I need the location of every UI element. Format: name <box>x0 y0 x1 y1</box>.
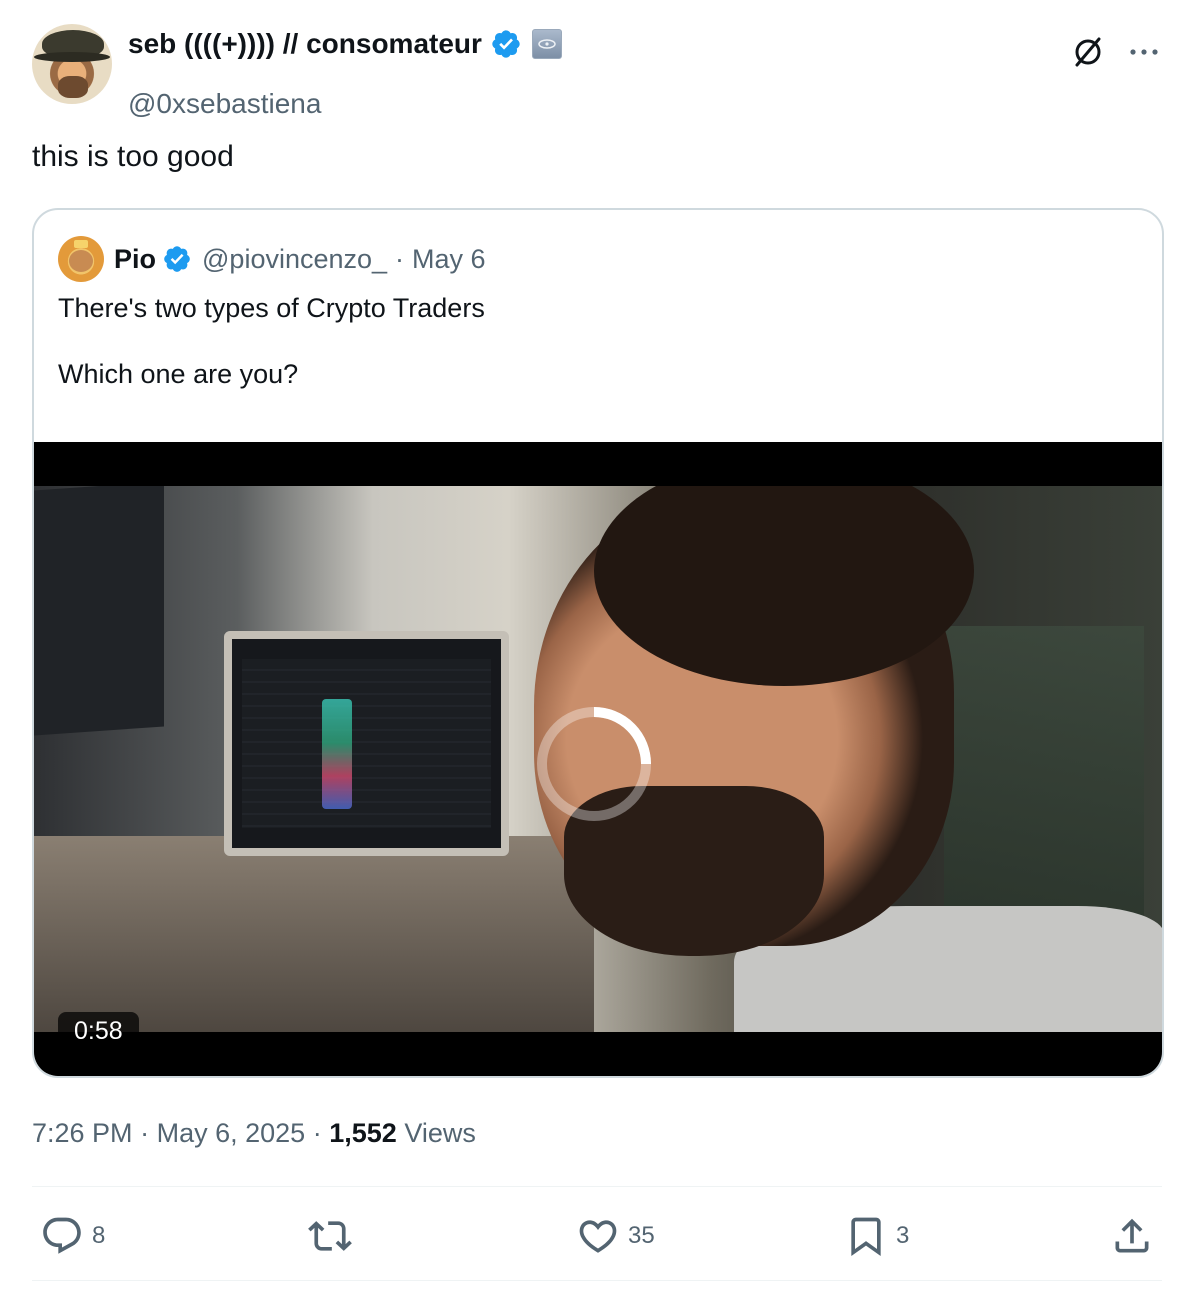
author-avatar[interactable] <box>32 24 112 104</box>
share-button[interactable] <box>1110 1200 1154 1272</box>
like-count: 35 <box>628 1222 655 1249</box>
repost-button[interactable] <box>308 1200 360 1272</box>
grok-icon[interactable] <box>1068 32 1108 72</box>
video-player[interactable]: 0:58 <box>34 442 1162 1076</box>
divider <box>32 1280 1162 1281</box>
quoted-tweet-header: Pio @piovincenzo_ · May 6 <box>58 236 486 282</box>
heart-icon <box>579 1220 617 1253</box>
reply-count: 8 <box>92 1222 106 1249</box>
verified-badge-icon[interactable] <box>490 28 522 60</box>
quoted-author-avatar[interactable] <box>58 236 104 282</box>
video-duration-badge: 0:58 <box>58 1012 139 1050</box>
quoted-author-name[interactable]: Pio <box>114 244 156 275</box>
author-handle[interactable]: @0xsebastiena <box>128 88 321 120</box>
tweet-top-actions <box>1068 32 1162 72</box>
separator-dot: · <box>140 1118 150 1148</box>
reply-icon <box>43 1217 81 1254</box>
more-icon[interactable] <box>1126 34 1162 70</box>
views-count: 1,552 <box>329 1118 397 1148</box>
tweet-time[interactable]: 7:26 PM <box>32 1118 133 1148</box>
action-bar: 8 35 3 <box>32 1200 1162 1272</box>
separator-dot: · <box>395 243 405 274</box>
tweet-date[interactable]: May 6, 2025 <box>157 1118 306 1148</box>
quoted-text-line: Which one are you? <box>58 359 299 389</box>
affiliate-badge-icon[interactable] <box>531 29 562 59</box>
quoted-author-handle[interactable]: @piovincenzo_ <box>202 244 387 275</box>
tweet-text: this is too good <box>32 140 234 173</box>
reply-button[interactable]: 8 <box>40 1200 105 1272</box>
separator-dot: · <box>312 1118 322 1148</box>
views-label: Views <box>404 1118 476 1148</box>
divider <box>32 1186 1162 1187</box>
author-name-line: seb ((((+)))) // consomateur <box>128 26 562 62</box>
like-button[interactable]: 35 <box>576 1200 655 1272</box>
quoted-tweet-card[interactable]: Pio @piovincenzo_ · May 6 There's two ty… <box>32 208 1164 1078</box>
repost-icon <box>308 1221 352 1251</box>
share-icon <box>1115 1218 1149 1253</box>
bookmark-count: 3 <box>896 1222 910 1249</box>
bookmark-icon <box>851 1217 881 1257</box>
author-display-name[interactable]: seb ((((+)))) // consomateur <box>128 28 482 60</box>
loading-spinner-icon <box>537 707 651 821</box>
verified-badge-icon[interactable] <box>162 244 192 274</box>
tweet-header: seb ((((+)))) // consomateur @0xsebastie… <box>32 24 1162 119</box>
bookmark-button[interactable]: 3 <box>844 1200 909 1272</box>
quoted-tweet-text: There's two types of Crypto Traders Whic… <box>58 292 485 391</box>
quoted-tweet-date[interactable]: May 6 <box>412 244 486 275</box>
quoted-text-line: There's two types of Crypto Traders <box>58 293 485 323</box>
tweet-meta: 7:26 PM · May 6, 2025 · 1,552 Views <box>32 1118 476 1149</box>
